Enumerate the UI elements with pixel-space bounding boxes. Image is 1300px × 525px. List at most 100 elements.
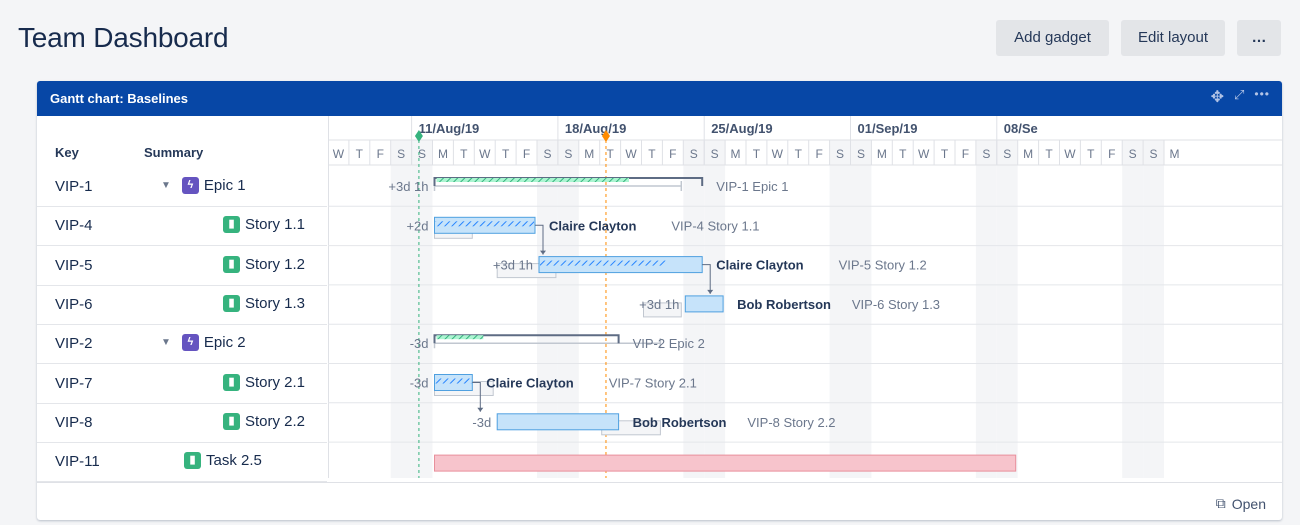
day-label: S bbox=[836, 147, 844, 161]
week-label: 11/Aug/19 bbox=[419, 121, 480, 136]
column-header-key[interactable]: Key bbox=[55, 145, 79, 160]
day-label: F bbox=[1108, 147, 1115, 161]
day-label: M bbox=[731, 147, 741, 161]
issue-summary-text[interactable]: Story 2.2 bbox=[245, 413, 305, 430]
day-label: T bbox=[606, 147, 614, 161]
table-row[interactable]: VIP-6 ▮ Story 1.3 bbox=[37, 285, 327, 325]
issue-key[interactable]: VIP-6 bbox=[55, 296, 93, 313]
story-progress bbox=[435, 378, 472, 384]
story-bar[interactable] bbox=[496, 413, 620, 431]
issue-summary-text[interactable]: Story 1.3 bbox=[245, 295, 305, 312]
table-row[interactable]: VIP-5 ▮ Story 1.2 bbox=[37, 246, 327, 286]
issue-label: VIP-4 Story 1.1 bbox=[671, 218, 759, 233]
story-icon: ▮ bbox=[223, 294, 240, 312]
issue-summary: ▮ Story 1.1 bbox=[223, 216, 305, 234]
story-progress bbox=[540, 260, 666, 266]
day-label: F bbox=[377, 147, 384, 161]
gantt-chart: WTFSSMTWTFSSMTWTFSSMTWTFSSMTWTFSSMTWTFSS… bbox=[328, 116, 1282, 478]
day-label: M bbox=[438, 147, 448, 161]
issue-key[interactable]: VIP-4 bbox=[55, 217, 93, 234]
issue-label: VIP-6 Story 1.3 bbox=[852, 297, 940, 312]
issue-key[interactable]: VIP-1 bbox=[55, 178, 93, 195]
page-title: Team Dashboard bbox=[18, 22, 229, 53]
day-label: M bbox=[584, 147, 594, 161]
gantt-gadget: Gantt chart: Baselines ✥ ⤢ ••• Key Summa… bbox=[37, 81, 1282, 520]
day-label: T bbox=[502, 147, 510, 161]
table-row[interactable]: VIP-8 ▮ Story 2.2 bbox=[37, 403, 327, 443]
issue-summary: ▮ Story 2.2 bbox=[223, 412, 305, 430]
day-label: S bbox=[1150, 147, 1158, 161]
story-bar[interactable] bbox=[684, 295, 724, 313]
week-label: 25/Aug/19 bbox=[711, 121, 772, 136]
task-icon: ▮ bbox=[184, 452, 201, 470]
issue-key[interactable]: VIP-2 bbox=[55, 335, 93, 352]
day-label: W bbox=[333, 147, 345, 161]
day-label: S bbox=[397, 147, 405, 161]
weekend-shade bbox=[1122, 140, 1144, 478]
day-label: W bbox=[479, 147, 491, 161]
day-label: S bbox=[564, 147, 572, 161]
issue-key[interactable]: VIP-7 bbox=[55, 375, 93, 392]
table-row[interactable]: VIP-11 ▮ Task 2.5 bbox=[37, 442, 327, 483]
day-label: F bbox=[523, 147, 530, 161]
issue-summary-text[interactable]: Story 2.1 bbox=[245, 374, 305, 391]
collapse-caret-icon[interactable]: ▼ bbox=[161, 180, 171, 191]
issue-summary: ▮ Story 1.2 bbox=[223, 255, 305, 273]
story-icon: ▮ bbox=[223, 216, 240, 234]
issue-summary: ▮ Story 2.1 bbox=[223, 373, 305, 391]
epic-icon: ϟ bbox=[181, 334, 199, 352]
baseline-delta: -3d bbox=[472, 415, 491, 430]
epic-progress bbox=[436, 178, 630, 182]
issue-summary-text[interactable]: Task 2.5 bbox=[206, 452, 262, 469]
issue-summary-text[interactable]: Story 1.1 bbox=[245, 216, 305, 233]
edit-layout-button[interactable]: Edit layout bbox=[1121, 20, 1225, 56]
day-label: M bbox=[1023, 147, 1033, 161]
assignee-name: Bob Robertson bbox=[633, 415, 727, 430]
day-label: T bbox=[356, 147, 364, 161]
day-label: F bbox=[669, 147, 676, 161]
table-row[interactable]: VIP-7 ▮ Story 2.1 bbox=[37, 364, 327, 404]
day-label: F bbox=[962, 147, 969, 161]
gadget-header-icons: ✥ ⤢ ••• bbox=[1211, 87, 1270, 107]
assignee-name: Claire Clayton bbox=[486, 376, 573, 391]
story-progress bbox=[435, 221, 534, 227]
assignee-name: Bob Robertson bbox=[737, 297, 831, 312]
day-label: T bbox=[1087, 147, 1095, 161]
day-label: T bbox=[941, 147, 949, 161]
day-label: M bbox=[1169, 147, 1179, 161]
baseline-delta: -3d bbox=[410, 376, 429, 391]
issue-summary: ▮ Task 2.5 bbox=[184, 452, 262, 470]
table-row[interactable]: VIP-2 ▼ ϟ Epic 2 bbox=[37, 324, 327, 365]
issue-summary-text[interactable]: Story 1.2 bbox=[245, 256, 305, 273]
more-icon[interactable]: ••• bbox=[1254, 87, 1270, 107]
expand-icon[interactable]: ⤢ bbox=[1234, 87, 1244, 107]
more-actions-button[interactable]: … bbox=[1237, 20, 1281, 56]
day-label: S bbox=[1129, 147, 1137, 161]
weekend-shade bbox=[975, 140, 997, 478]
baseline-delta: -3d bbox=[410, 336, 429, 351]
issue-summary-text[interactable]: Epic 2 bbox=[204, 334, 246, 351]
issue-key[interactable]: VIP-8 bbox=[55, 414, 93, 431]
day-label: T bbox=[795, 147, 803, 161]
issue-summary-text[interactable]: Epic 1 bbox=[204, 177, 246, 194]
issue-label: VIP-2 Epic 2 bbox=[633, 336, 705, 351]
issue-key[interactable]: VIP-5 bbox=[55, 257, 93, 274]
issue-summary: ▮ Story 1.3 bbox=[223, 294, 305, 312]
add-gadget-button[interactable]: Add gadget bbox=[996, 20, 1109, 56]
table-row[interactable]: VIP-4 ▮ Story 1.1 bbox=[37, 206, 327, 247]
column-header-summary[interactable]: Summary bbox=[144, 145, 203, 160]
baseline-delta: +3d 1h bbox=[639, 297, 679, 312]
weekend-shade bbox=[1143, 140, 1164, 478]
collapse-caret-icon[interactable]: ▼ bbox=[161, 337, 171, 348]
baseline-delta: +3d 1h bbox=[388, 179, 428, 194]
issue-label: VIP-7 Story 2.1 bbox=[609, 376, 697, 391]
issue-summary: ▼ ϟ Epic 2 bbox=[161, 334, 246, 352]
task-bar[interactable] bbox=[434, 454, 1017, 472]
open-link[interactable]: ⧉ Open bbox=[1216, 495, 1266, 512]
day-label: W bbox=[772, 147, 784, 161]
issue-key[interactable]: VIP-11 bbox=[55, 453, 100, 470]
issue-label: VIP-5 Story 1.2 bbox=[839, 258, 927, 273]
move-icon[interactable]: ✥ bbox=[1211, 87, 1224, 107]
week-label: 08/Se bbox=[1004, 121, 1038, 136]
table-row[interactable]: VIP-1 ▼ ϟ Epic 1 bbox=[37, 167, 327, 207]
